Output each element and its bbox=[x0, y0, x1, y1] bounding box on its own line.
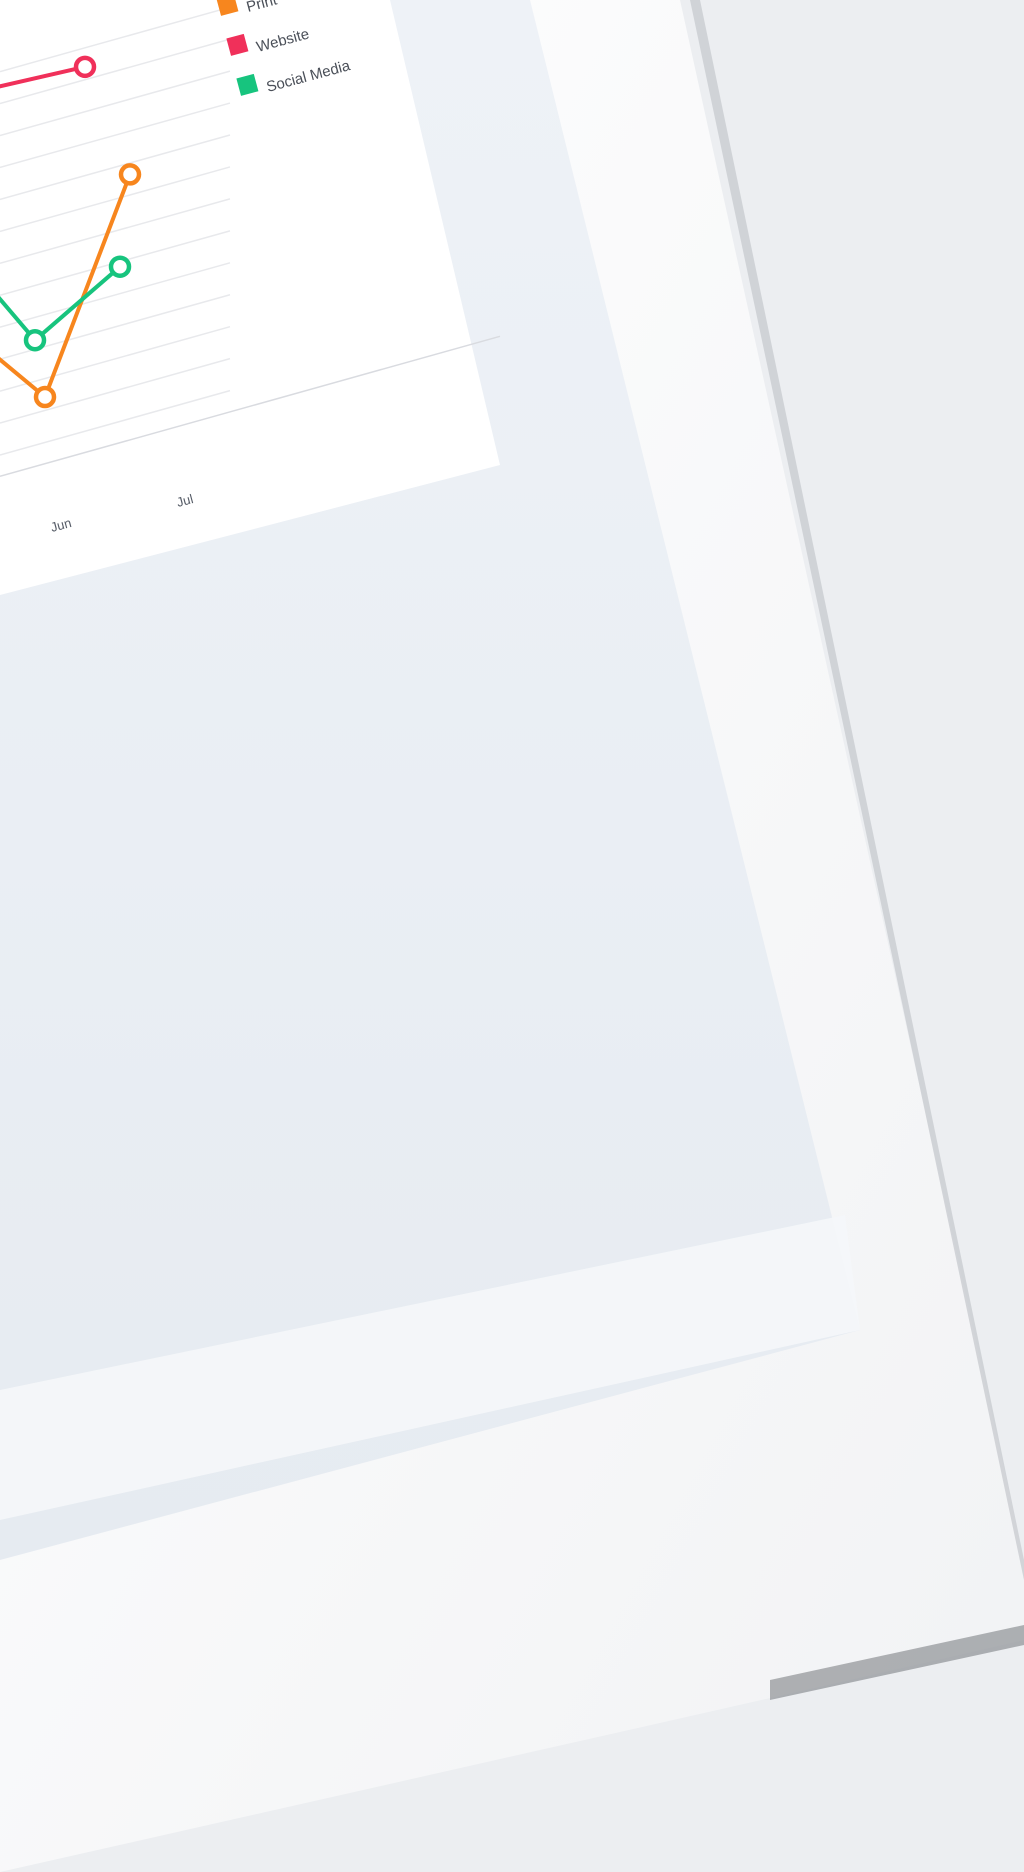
tablet-photo: Jun Jul Print Website Social Media bbox=[0, 0, 1024, 1872]
data-point-print bbox=[118, 163, 142, 186]
data-point-website bbox=[73, 55, 97, 79]
data-point-social-media bbox=[23, 328, 47, 352]
data-point-print bbox=[33, 385, 57, 409]
tablet-scene: JunJul PrintWebsiteSocial Media bbox=[0, 0, 1024, 1872]
data-point-social-media bbox=[108, 255, 132, 278]
